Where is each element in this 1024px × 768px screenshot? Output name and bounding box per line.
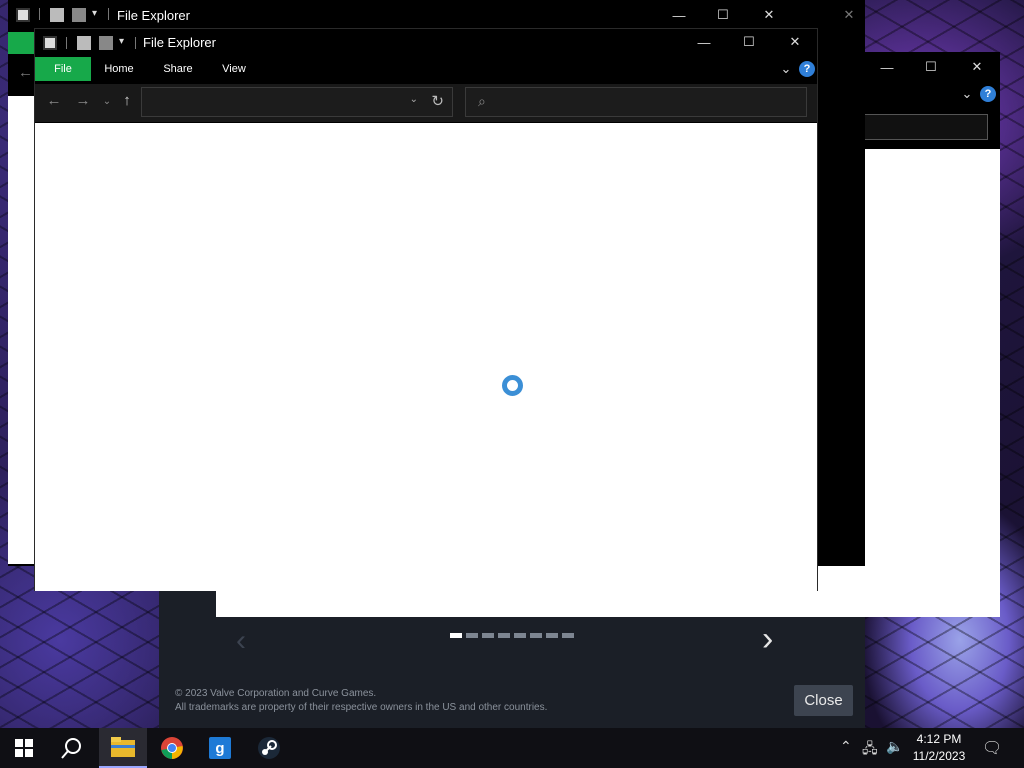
svg-text:g: g: [215, 740, 224, 757]
next-arrow-icon[interactable]: ›: [762, 620, 773, 659]
help-icon[interactable]: ?: [799, 61, 815, 77]
explorer-app-icon: [43, 36, 57, 50]
minimize-button[interactable]: —: [691, 32, 717, 52]
copyright-line: © 2023 Valve Corporation and Curve Games…: [175, 688, 377, 699]
explorer-app-icon: [16, 8, 30, 22]
volume-muted-icon[interactable]: 🔈: [886, 738, 903, 755]
steam-icon: [258, 737, 280, 759]
navigation-bar: ← → ⌄ ↑ ⌄ ↻ ⌕: [35, 84, 817, 122]
separator: [66, 37, 67, 49]
tab-share[interactable]: Share: [157, 57, 199, 81]
separator: [135, 37, 136, 49]
background-explorer-content: [8, 96, 34, 564]
maximize-button[interactable]: ☐: [918, 57, 944, 77]
window-title: File Explorer: [143, 35, 216, 50]
carousel-dots: [450, 633, 574, 638]
help-icon[interactable]: ?: [980, 86, 996, 102]
tab-home[interactable]: Home: [97, 57, 141, 81]
tab-file[interactable]: File: [35, 57, 91, 81]
close-button[interactable]: ✕: [756, 5, 782, 25]
ribbon-tabs: File Home Share View ⌄ ?: [35, 57, 817, 81]
customize-toolbar-icon[interactable]: ▾: [92, 8, 97, 19]
tab-view[interactable]: View: [215, 57, 253, 81]
clock[interactable]: 4:12 PM 11/2/2023: [904, 731, 974, 765]
taskbar-file-explorer[interactable]: [99, 728, 147, 768]
taskbar-g-app[interactable]: g: [196, 728, 244, 768]
carousel-dot[interactable]: [562, 633, 574, 638]
window-title: File Explorer: [117, 8, 190, 23]
time: 4:12 PM: [916, 732, 962, 746]
trademark-line: All trademarks are property of their res…: [175, 702, 548, 713]
chevron-down-icon[interactable]: ⌄: [773, 59, 799, 79]
minimize-button[interactable]: —: [874, 57, 900, 77]
file-explorer-window[interactable]: ▾ File Explorer — ☐ ✕ File Home Share Vi…: [34, 28, 818, 591]
date: 11/2/2023: [912, 749, 966, 763]
address-bar[interactable]: ⌄ ↻: [141, 87, 453, 117]
background-file-tab[interactable]: [8, 32, 36, 54]
separator: [39, 8, 40, 20]
carousel-dot[interactable]: [450, 633, 462, 638]
g-app-icon: g: [209, 737, 231, 759]
refresh-icon[interactable]: ↻: [431, 92, 444, 110]
minimize-button[interactable]: —: [666, 5, 692, 25]
close-button[interactable]: ✕: [782, 32, 808, 52]
new-folder-icon[interactable]: [72, 8, 86, 22]
close-button[interactable]: ✕: [964, 57, 990, 77]
chevron-up-icon[interactable]: ⌃: [840, 738, 852, 755]
new-folder-icon[interactable]: [99, 36, 113, 50]
carousel-dot[interactable]: [466, 633, 478, 638]
carousel-dot[interactable]: [482, 633, 494, 638]
up-arrow-icon[interactable]: ↑: [117, 92, 137, 109]
carousel-dot[interactable]: [546, 633, 558, 638]
taskbar-steam[interactable]: [245, 728, 293, 768]
steam-copyright: © 2023 Valve Corporation and Curve Games…: [175, 687, 547, 715]
customize-toolbar-icon[interactable]: ▾: [119, 36, 124, 47]
carousel-dot[interactable]: [498, 633, 510, 638]
properties-icon[interactable]: [50, 8, 64, 22]
taskbar-chrome[interactable]: [148, 728, 196, 768]
recent-locations-icon[interactable]: ⌄: [97, 96, 117, 107]
steam-close-button[interactable]: Close: [794, 685, 853, 716]
chrome-icon: [161, 737, 183, 759]
start-icon: [15, 739, 33, 757]
back-arrow-icon[interactable]: ←: [44, 92, 64, 109]
search-icon: ⌕: [478, 93, 486, 109]
start-button[interactable]: [0, 728, 48, 768]
chevron-down-icon[interactable]: ⌄: [954, 84, 980, 104]
search-input[interactable]: ⌕: [465, 87, 807, 117]
properties-icon[interactable]: [77, 36, 91, 50]
maximize-button[interactable]: ☐: [736, 32, 762, 52]
chevron-down-icon[interactable]: ⌄: [410, 94, 418, 105]
maximize-button[interactable]: ☐: [710, 5, 736, 25]
file-explorer-icon: [111, 737, 135, 757]
search-icon: [61, 738, 81, 759]
previous-arrow-icon[interactable]: ‹: [236, 624, 246, 658]
taskbar: g ⌃ 🖧 🔈 4:12 PM 11/2/2023 🗨: [0, 728, 1024, 768]
carousel-dot[interactable]: [514, 633, 526, 638]
forward-arrow-icon[interactable]: →: [73, 92, 93, 109]
separator: [108, 8, 109, 20]
network-icon[interactable]: 🖧: [862, 738, 878, 762]
file-list-pane[interactable]: [35, 123, 817, 591]
title-bar[interactable]: ▾ File Explorer — ☐ ✕: [35, 29, 817, 57]
search-button[interactable]: [48, 728, 96, 768]
back-arrow-icon[interactable]: ←: [18, 64, 33, 81]
loading-spinner-icon: [502, 375, 523, 396]
carousel-dot[interactable]: [530, 633, 542, 638]
steam-dialog-close-icon[interactable]: ✕: [836, 5, 862, 25]
notifications-icon[interactable]: 🗨: [982, 738, 1002, 758]
